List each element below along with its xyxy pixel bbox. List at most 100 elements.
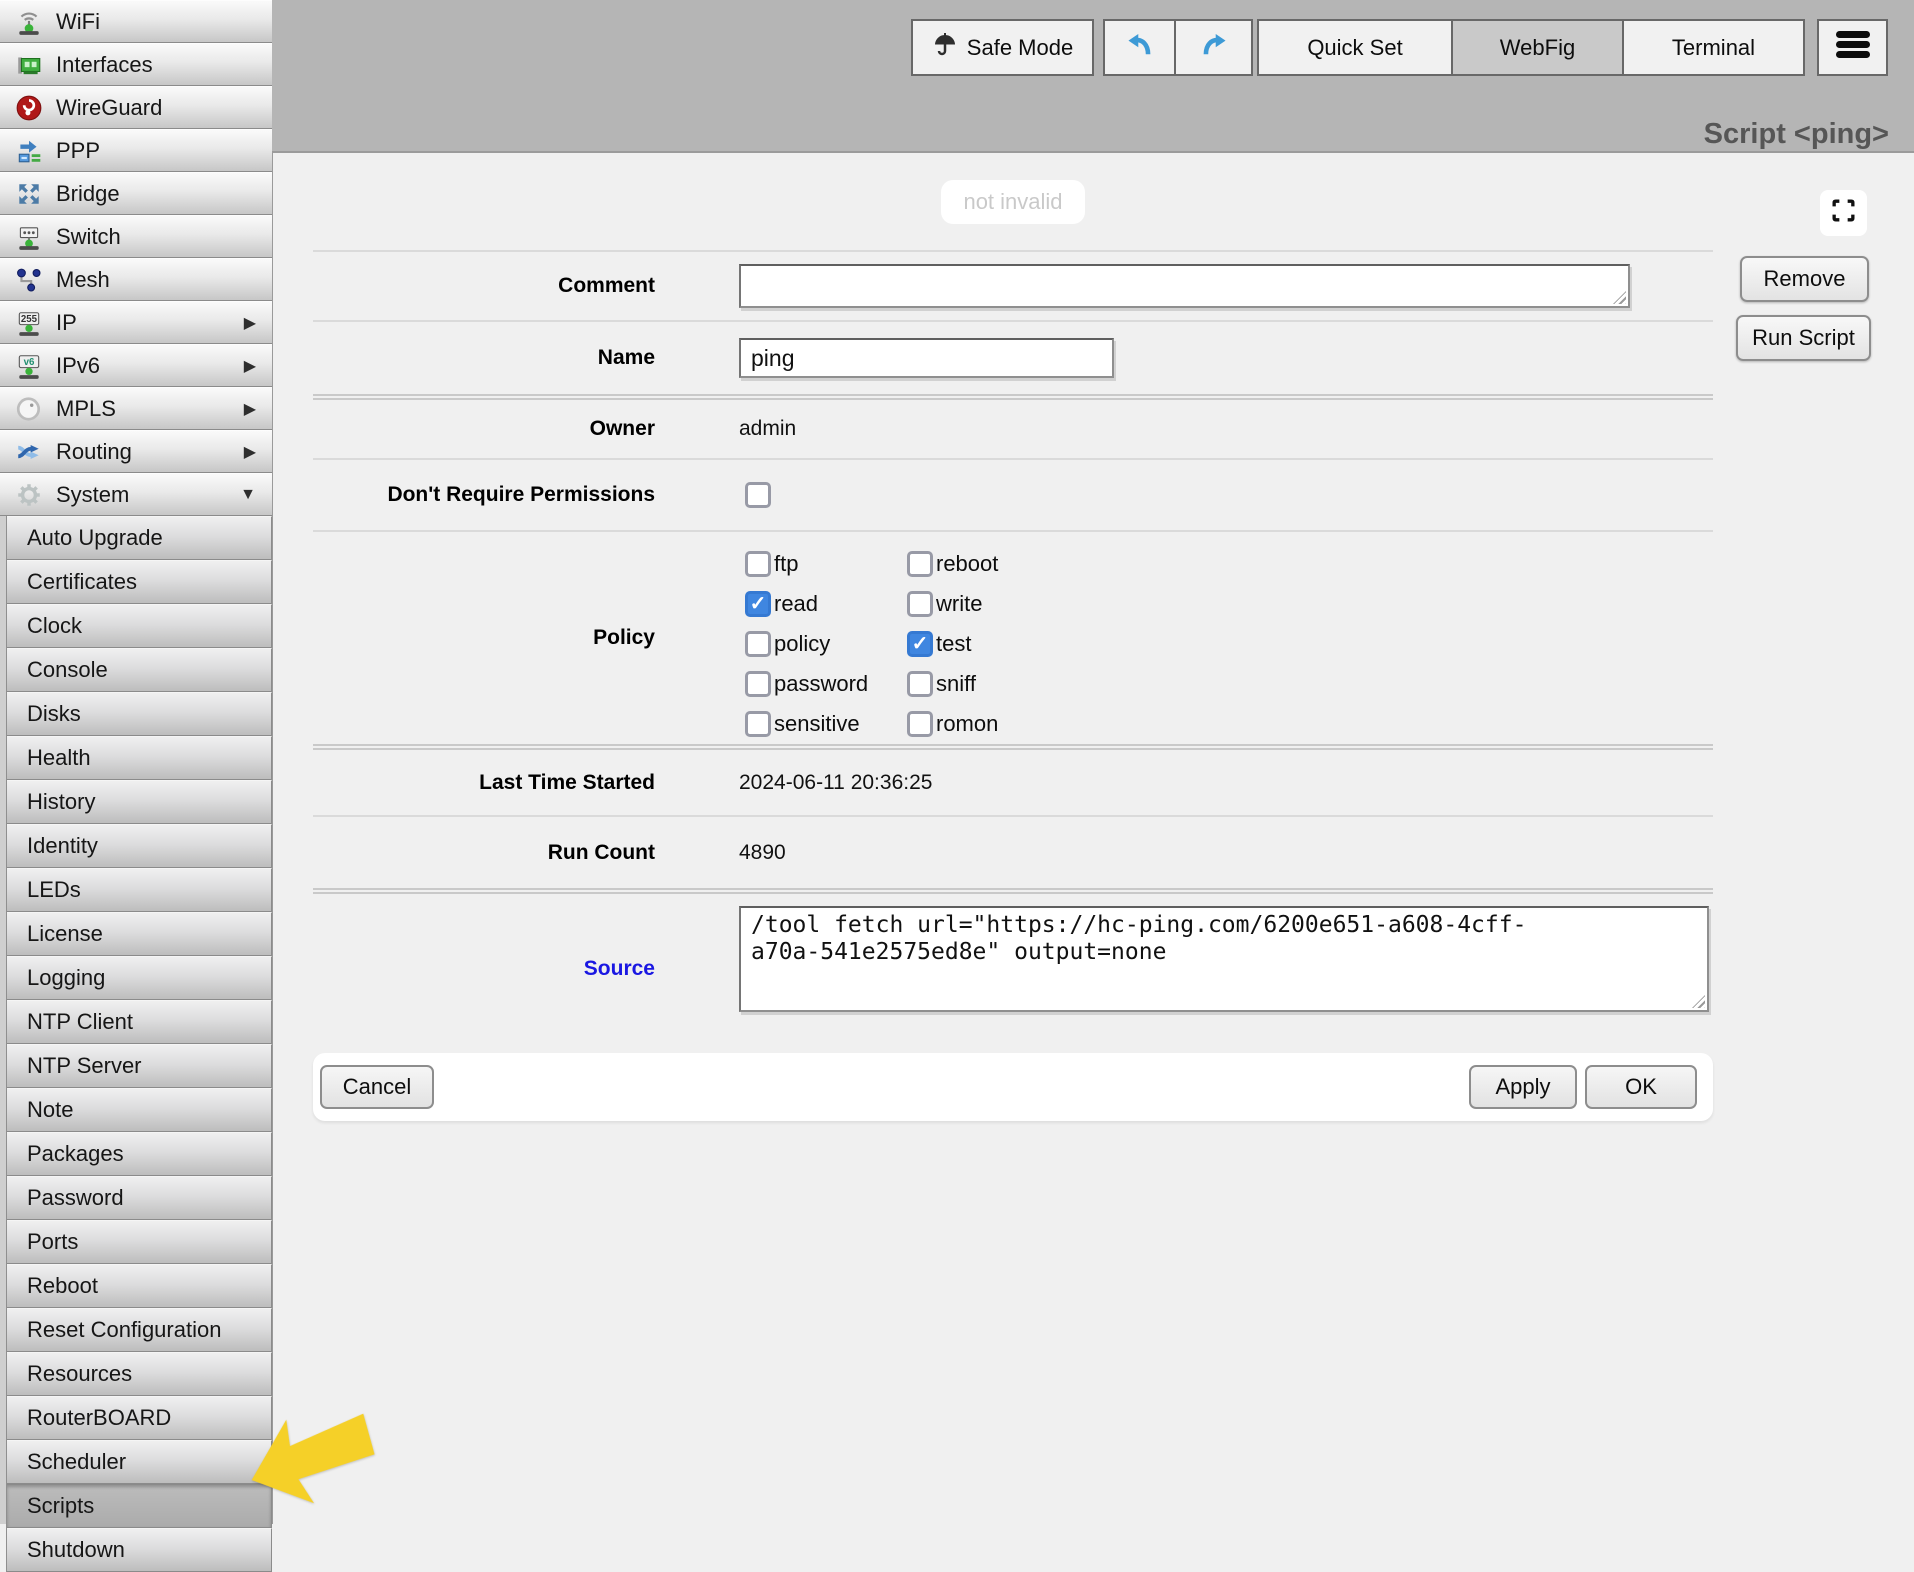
top-header: Safe Mode Quick Set WebFig Terminal Scri… [272,0,1914,153]
owner-value: admin [739,417,796,441]
undo-button[interactable] [1103,19,1176,76]
sidebar-item-ipv6[interactable]: v6 IPv6 [0,344,272,387]
sidebar-item-interfaces[interactable]: Interfaces [0,43,272,86]
comment-label: Comment [313,252,655,320]
mpls-icon [12,394,46,424]
sidebar-item-license[interactable]: License [7,912,272,956]
safe-mode-button[interactable]: Safe Mode [911,19,1094,76]
policy-write-checkbox[interactable] [907,591,933,617]
sidebar-item-health[interactable]: Health [7,736,272,780]
bridge-icon [12,179,46,209]
interfaces-icon [12,50,46,80]
sidebar-item-ntp-client[interactable]: NTP Client [7,1000,272,1044]
sidebar-item-scheduler[interactable]: Scheduler [7,1440,272,1484]
policy-read-checkbox[interactable] [745,591,771,617]
sidebar-item-system[interactable]: System [0,473,272,516]
sidebar-item-mesh[interactable]: Mesh [0,258,272,301]
comment-row: Comment [313,252,1713,320]
wireguard-icon [12,93,46,123]
run-count-value: 4890 [739,841,786,865]
sidebar-item-reset-configuration[interactable]: Reset Configuration [7,1308,272,1352]
policy-password-checkbox[interactable] [745,671,771,697]
sidebar-item-switch[interactable]: Switch [0,215,272,258]
dont-require-permissions-label: Don't Require Permissions [313,460,655,530]
sidebar-item-clock[interactable]: Clock [7,604,272,648]
sidebar-item-routerboard[interactable]: RouterBOARD [7,1396,272,1440]
policy-romon-checkbox[interactable] [907,711,933,737]
policy-policy-checkbox[interactable] [745,631,771,657]
ipv6-icon: v6 [12,351,46,381]
name-input[interactable]: ping [739,338,1114,378]
sidebar-item-reboot[interactable]: Reboot [7,1264,272,1308]
comment-input[interactable] [739,264,1630,308]
page-title: Script <ping> [1704,118,1889,151]
sidebar-item-certificates[interactable]: Certificates [7,560,272,604]
sidebar-item-logging[interactable]: Logging [7,956,272,1000]
sidebar-item-bridge[interactable]: Bridge [0,172,272,215]
sidebar-item-ip[interactable]: 255 IP [0,301,272,344]
cancel-button[interactable]: Cancel [320,1065,434,1109]
sidebar-item-wifi[interactable]: WiFi [0,0,272,43]
sidebar-item-scripts[interactable]: Scripts [7,1484,272,1528]
quick-set-tab[interactable]: Quick Set [1257,19,1453,76]
dont-require-permissions-checkbox[interactable] [745,482,771,508]
system-submenu: Auto Upgrade Certificates Clock Console … [6,516,272,1572]
sidebar-item-disks[interactable]: Disks [7,692,272,736]
sidebar-item-ppp[interactable]: PPP [0,129,272,172]
remove-button[interactable]: Remove [1740,256,1869,302]
last-time-started-value: 2024-06-11 20:36:25 [739,771,932,795]
policy-ftp-checkbox[interactable] [745,551,771,577]
terminal-tab[interactable]: Terminal [1622,19,1805,76]
policy-sniff-checkbox[interactable] [907,671,933,697]
sidebar-item-mpls[interactable]: MPLS [0,387,272,430]
apply-button[interactable]: Apply [1469,1065,1577,1109]
sidebar-item-routing[interactable]: Routing [0,430,272,473]
sidebar-item-wireguard[interactable]: WireGuard [0,86,272,129]
sidebar-item-note[interactable]: Note [7,1088,272,1132]
name-label: Name [313,322,655,394]
svg-text:255: 255 [21,314,38,325]
run-count-label: Run Count [313,817,655,888]
switch-icon [12,222,46,252]
routing-icon [12,437,46,467]
redo-icon [1199,30,1229,66]
wifi-icon [12,7,46,37]
status-badge: not invalid [941,180,1084,224]
sidebar-item-password[interactable]: Password [7,1176,272,1220]
sidebar-item-leds[interactable]: LEDs [7,868,272,912]
sidebar-item-history[interactable]: History [7,780,272,824]
run-script-button[interactable]: Run Script [1736,315,1871,361]
ok-button[interactable]: OK [1585,1065,1697,1109]
sidebar-item-resources[interactable]: Resources [7,1352,272,1396]
webfig-tab[interactable]: WebFig [1451,19,1624,76]
policy-reboot-checkbox[interactable] [907,551,933,577]
chevron-right-icon [244,431,256,472]
ip-icon: 255 [12,308,46,338]
source-textarea[interactable]: /tool fetch url="https://hc-ping.com/620… [739,906,1709,1012]
policy-sensitive-checkbox[interactable] [745,711,771,737]
hamburger-icon [1833,29,1873,66]
redo-button[interactable] [1174,19,1253,76]
chevron-right-icon [244,388,256,429]
status-row: not invalid [313,153,1713,250]
fullscreen-button[interactable] [1820,190,1867,236]
policy-test-checkbox[interactable] [907,631,933,657]
chevron-down-icon [240,474,256,515]
chevron-right-icon [244,302,256,343]
form-actions-bar: Cancel Apply OK [313,1053,1713,1121]
dont-require-permissions-row: Don't Require Permissions [313,460,1713,530]
sidebar-item-packages[interactable]: Packages [7,1132,272,1176]
sidebar-item-shutdown[interactable]: Shutdown [7,1528,272,1572]
hamburger-menu-button[interactable] [1817,19,1888,76]
source-row: Source /tool fetch url="https://hc-ping.… [313,894,1713,1044]
policy-row: Policy ftp read policy password sensitiv… [313,532,1713,744]
last-time-started-row: Last Time Started 2024-06-11 20:36:25 [313,750,1713,815]
sidebar-item-ntp-server[interactable]: NTP Server [7,1044,272,1088]
umbrella-icon [932,32,958,64]
sidebar-item-ports[interactable]: Ports [7,1220,272,1264]
sidebar-item-console[interactable]: Console [7,648,272,692]
sidebar-item-identity[interactable]: Identity [7,824,272,868]
sidebar-item-auto-upgrade[interactable]: Auto Upgrade [7,516,272,560]
last-time-started-label: Last Time Started [313,750,655,815]
script-form: not invalid Comment Name ping Owner admi… [313,153,1713,1121]
